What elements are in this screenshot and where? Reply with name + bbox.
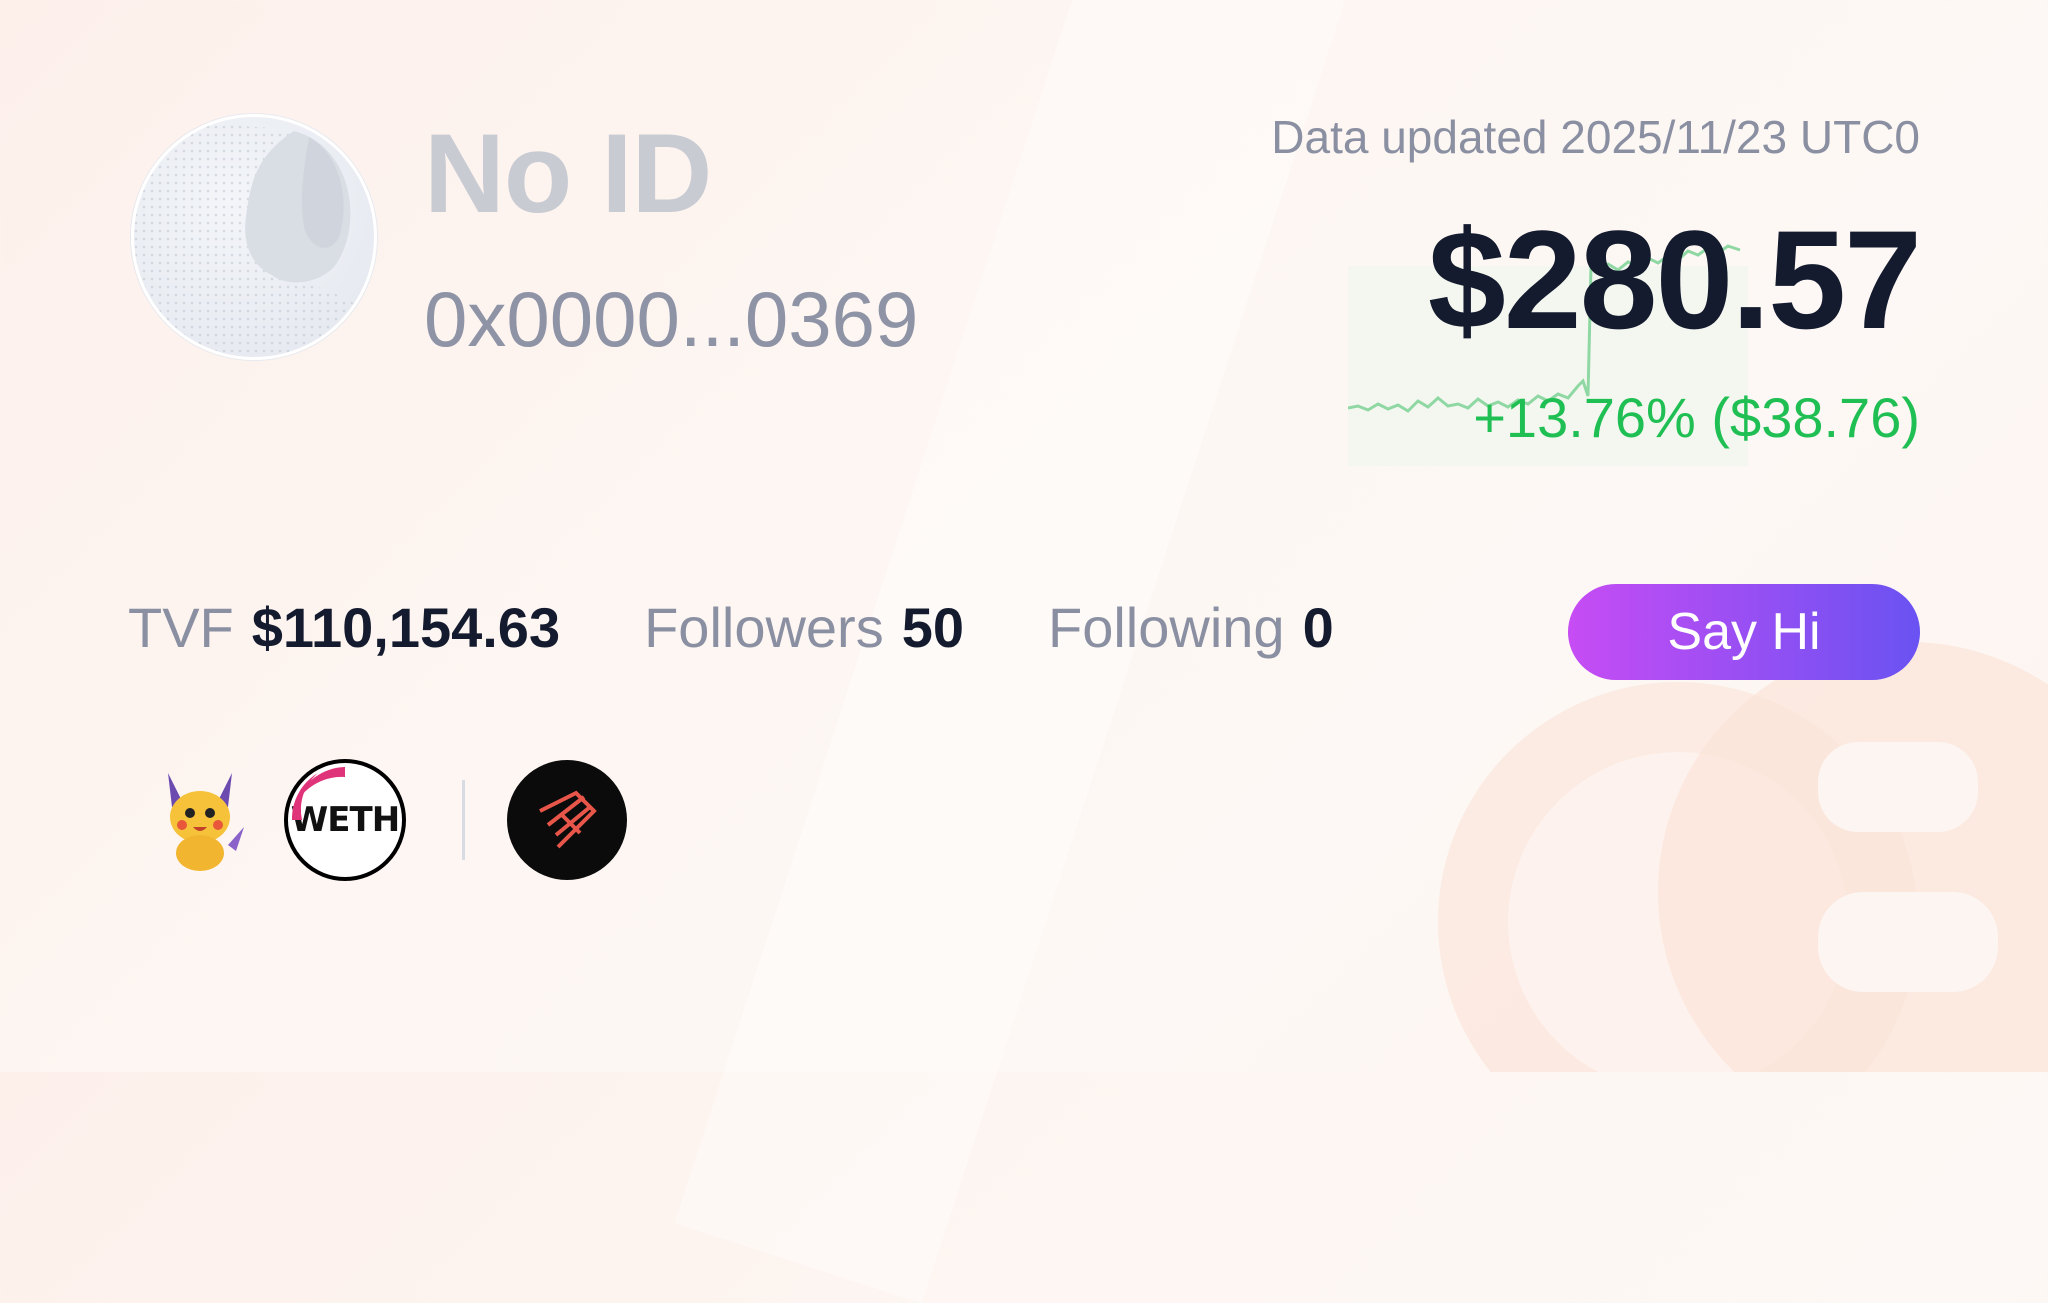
portfolio-change: +13.76% ($38.76) [1473, 386, 1920, 449]
stats-row: TVF $110,154.63 Followers 50 Following 0 [128, 600, 1418, 656]
followers-label: Followers [644, 596, 884, 659]
avatar-silhouette-icon [134, 117, 374, 357]
following-label: Following [1048, 596, 1285, 659]
stat-followers[interactable]: Followers 50 [644, 600, 964, 656]
weth-token-icon[interactable]: WETH [284, 759, 406, 881]
tvf-label: TVF [128, 596, 234, 659]
profile-name: No ID [424, 111, 712, 236]
wallet-address[interactable]: 0x0000...0369 [424, 280, 918, 358]
avatar [131, 114, 377, 360]
stat-following[interactable]: Following 0 [1048, 600, 1334, 656]
arrow-logo-icon[interactable] [507, 760, 627, 880]
tvf-value: $110,154.63 [251, 596, 561, 659]
pikachu-token-icon[interactable] [140, 760, 260, 880]
badge-divider [462, 780, 465, 860]
say-hi-button[interactable]: Say Hi [1568, 584, 1920, 680]
followers-count: 50 [901, 596, 965, 659]
stat-tvf: TVF $110,154.63 [128, 600, 560, 656]
portfolio-value: $280.57 [1427, 201, 1922, 358]
following-count: 0 [1302, 596, 1334, 659]
data-updated-timestamp: Data updated 2025/11/23 UTC0 [1271, 111, 1920, 163]
token-badges: WETH [140, 758, 627, 882]
